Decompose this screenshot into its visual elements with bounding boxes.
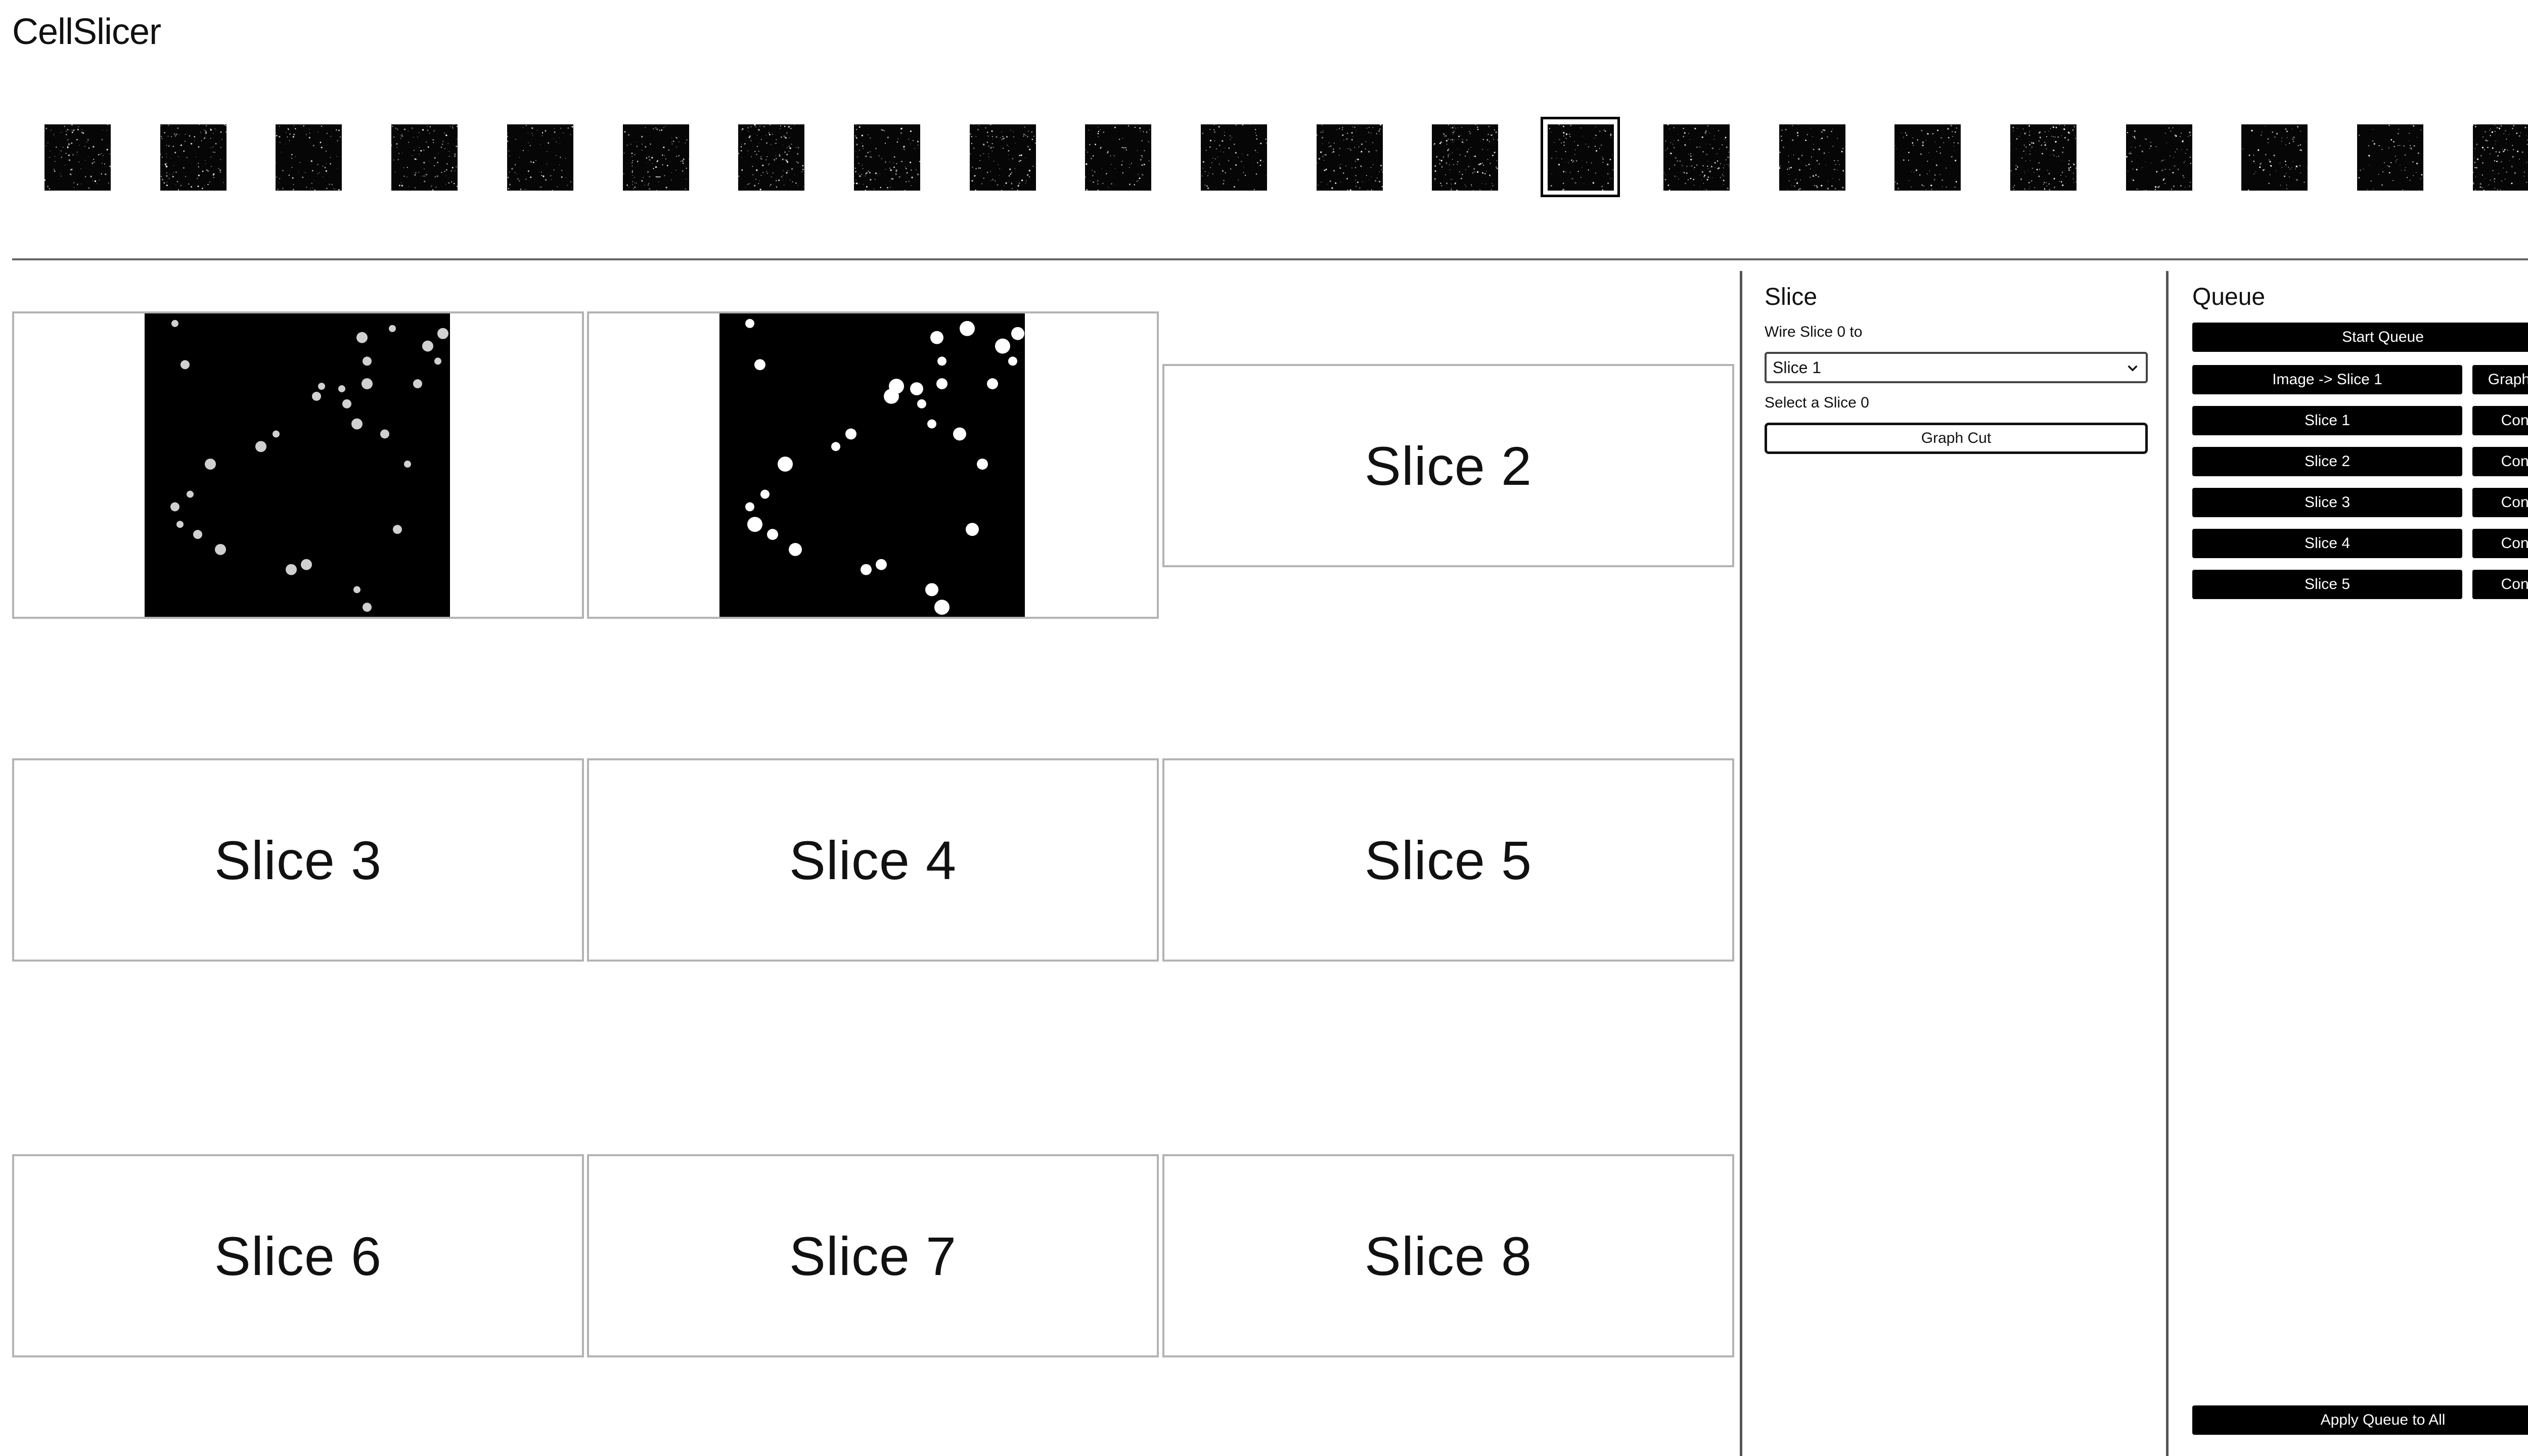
thumbnail-noise (2242, 125, 2308, 191)
thumbnail-image[interactable] (2241, 124, 2308, 191)
thumbnail-image[interactable] (1894, 124, 1961, 191)
thumbnail-noise (970, 124, 1036, 191)
thumbnail-image[interactable] (1085, 124, 1151, 191)
thumbnail-noise (2473, 124, 2528, 191)
queue-step-button[interactable]: Slice 4 (2192, 529, 2462, 558)
queue-step-button[interactable]: Slice 2 (2192, 447, 2462, 476)
slice-label: Slice 8 (1364, 1225, 1532, 1287)
app-title: CellSlicer (12, 12, 161, 52)
slice-card[interactable] (587, 311, 1159, 619)
queue-step-button[interactable]: Slice 1 (2192, 406, 2462, 435)
graph-cut-button[interactable]: Graph Cut (1765, 423, 2148, 454)
slice-label: Slice 2 (1364, 435, 1532, 496)
thumbnail-image[interactable] (276, 124, 342, 191)
thumbnail-noise (1894, 124, 1959, 190)
slice-label: Slice 6 (214, 1225, 382, 1287)
start-queue-button[interactable]: Start Queue (2192, 323, 2528, 352)
thumbnail-image[interactable] (1432, 124, 1498, 191)
thumbnail-noise (854, 124, 920, 191)
thumbnail-image[interactable] (391, 124, 458, 191)
thumbnail-noise (1201, 124, 1267, 191)
wire-slice-select-value: Slice 1 (1773, 358, 1822, 377)
thumbnail-noise (44, 124, 111, 190)
thumbnail-noise (1433, 124, 1498, 191)
thumbnail-image[interactable] (507, 124, 573, 191)
thumbnail-image[interactable] (1779, 124, 1845, 191)
apply-queue-to-all-button[interactable]: Apply Queue to All (2192, 1405, 2528, 1435)
queue-config-button[interactable]: Config (2472, 488, 2528, 517)
thumbnail-image[interactable] (854, 124, 920, 191)
thumbnail-noise (276, 124, 341, 191)
thumbnail-image[interactable] (160, 124, 227, 191)
queue-step-button[interactable]: Image -> Slice 1 (2192, 365, 2462, 394)
selected-thumbnail-frame (1541, 117, 1620, 197)
thumbnail-noise (1317, 124, 1383, 191)
slice-card[interactable]: Slice 6 (12, 1154, 584, 1357)
queue-step-button[interactable]: Slice 5 (2192, 570, 2462, 599)
queue-config-button[interactable]: Config (2472, 406, 2528, 435)
queue-graph-cut-button[interactable]: Graph Cut (2472, 365, 2528, 394)
slice-card[interactable] (12, 311, 584, 619)
select-slice-label: Select a Slice 0 (1765, 394, 1869, 411)
slice-mask-image (719, 313, 1025, 617)
thumbnail-image[interactable] (1663, 124, 1730, 191)
slice-label: Slice 5 (1364, 829, 1532, 891)
thumbnail-image[interactable] (1317, 124, 1383, 191)
slice-raw-image (145, 313, 450, 617)
slice-label: Slice 4 (789, 829, 957, 891)
slice-card[interactable]: Slice 2 (1162, 364, 1734, 567)
queue-config-button[interactable]: Config (2472, 570, 2528, 599)
thumbnail-noise (391, 124, 458, 191)
thumbnail-image[interactable] (2357, 124, 2423, 191)
thumbnail-image[interactable] (623, 124, 689, 191)
thumbnail-noise (1779, 124, 1844, 191)
wire-label: Wire Slice 0 to (1765, 324, 1863, 340)
queue-config-button[interactable]: Config (2472, 447, 2528, 476)
thumbnail-noise (160, 124, 227, 191)
chevron-down-icon (2128, 365, 2138, 372)
panel-divider-left (1740, 271, 1742, 1456)
slice-card[interactable]: Slice 8 (1162, 1154, 1734, 1357)
wire-slice-select[interactable]: Slice 1 (1765, 352, 2148, 383)
slice-card[interactable]: Slice 3 (12, 758, 584, 962)
thumbnail-image[interactable] (1201, 124, 1267, 191)
slice-label: Slice 3 (214, 829, 382, 891)
queue-panel-title: Queue (2192, 284, 2266, 310)
thumbnail-noise (1663, 124, 1730, 191)
thumbnail-image[interactable] (738, 124, 804, 191)
slice-card[interactable]: Slice 5 (1162, 758, 1734, 962)
thumbnail-image[interactable] (44, 124, 111, 191)
header-divider (12, 258, 2528, 260)
panel-divider-right (2166, 271, 2169, 1456)
thumbnail-strip (0, 115, 2528, 196)
thumbnail-image[interactable] (970, 124, 1036, 191)
slice-label: Slice 7 (789, 1225, 957, 1287)
slice-panel-title: Slice (1765, 284, 1818, 310)
thumbnail-noise (1085, 125, 1151, 191)
thumbnail-image[interactable] (2473, 124, 2528, 191)
thumbnail-image[interactable] (2126, 124, 2192, 191)
thumbnail-noise (738, 124, 804, 191)
queue-config-button[interactable]: Config (2472, 529, 2528, 558)
slice-card[interactable]: Slice 4 (587, 758, 1159, 962)
thumbnail-noise (2126, 127, 2191, 191)
queue-step-button[interactable]: Slice 3 (2192, 488, 2462, 517)
thumbnail-noise (623, 125, 689, 191)
slice-card[interactable]: Slice 7 (587, 1154, 1159, 1357)
thumbnail-noise (507, 125, 573, 191)
thumbnail-image[interactable] (2010, 124, 2076, 191)
thumbnail-noise (2010, 124, 2076, 191)
thumbnail-noise (2358, 124, 2423, 191)
